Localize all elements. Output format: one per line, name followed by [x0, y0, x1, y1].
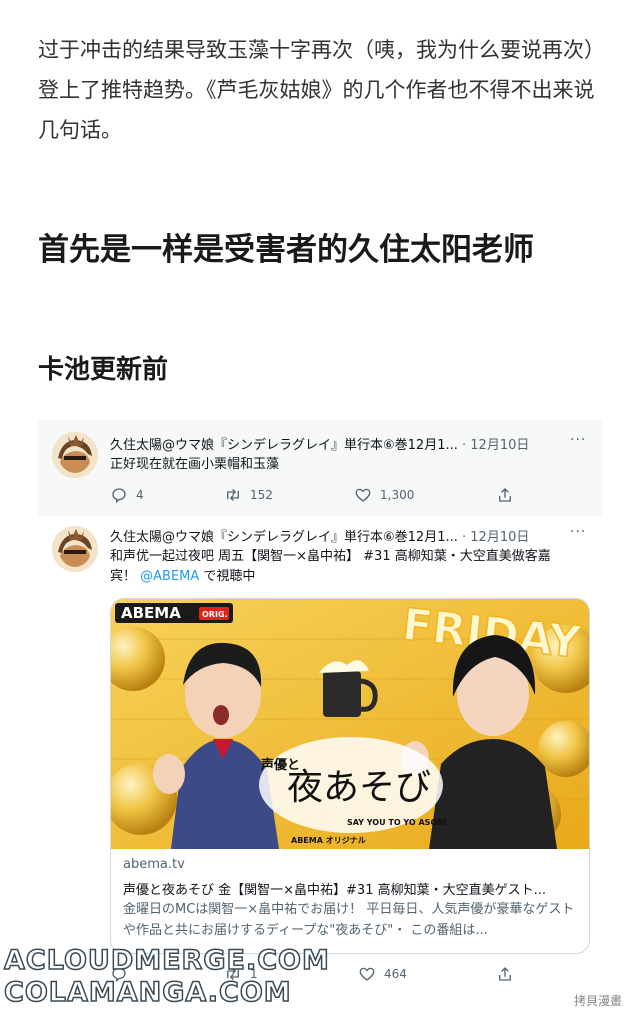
like-button[interactable]: 1,300 — [354, 485, 414, 505]
watermark-line-1: ACLOUDMERGE.COM — [3, 944, 330, 977]
article-intro: 过于冲击的结果导致玉藻十字再次（咦，我为什么要说再次）登上了推特趋势。《芦毛灰姑… — [38, 38, 605, 142]
show-title-main: 夜あそび — [287, 767, 431, 808]
heart-icon — [359, 967, 375, 981]
tweet-author[interactable]: 久住太陽@ウマ娘『シンデレラグレイ』単行本⑥巻12月1... — [110, 530, 458, 545]
tweet-text-part: 宾！ — [110, 569, 141, 584]
tweet[interactable]: 久住太陽@ウマ娘『シンデレラグレイ』単行本⑥巻12月1... · 12月10日 … — [38, 420, 602, 516]
retweet-count: 152 — [250, 488, 273, 502]
share-button[interactable] — [496, 485, 514, 505]
tweet-author[interactable]: 久住太陽@ウマ娘『シンデレラグレイ』単行本⑥巻12月1... — [110, 438, 458, 453]
like-count: 464 — [384, 967, 407, 981]
reply-button[interactable]: 4 — [110, 485, 144, 505]
avatar[interactable] — [52, 526, 98, 572]
more-options-icon[interactable]: ··· — [570, 432, 586, 448]
share-icon — [499, 967, 511, 981]
link-card[interactable]: FRIDAY ABEMA ORIG. 声優と 夜あそび SAY YOU TO Y… — [110, 598, 590, 954]
card-domain[interactable]: abema.tv — [123, 857, 185, 872]
abema-logo: ABEMA — [121, 604, 181, 622]
tweet[interactable]: 久住太陽@ウマ娘『シンデレラグレイ』単行本⑥巻12月1... · 12月10日 … — [38, 516, 602, 1010]
mention-link[interactable]: @ABEMA — [140, 569, 199, 584]
tweet-screenshot: 久住太陽@ウマ娘『シンデレラグレイ』単行本⑥巻12月1... · 12月10日 … — [38, 420, 602, 1010]
avatar[interactable] — [52, 432, 98, 478]
tweet-date[interactable]: · 12月10日 — [462, 530, 529, 545]
tweet-text-line: 宾！ @ABEMA で視聴中 — [110, 567, 590, 587]
retweet-button[interactable]: 152 — [224, 485, 273, 505]
share-icon — [499, 488, 511, 502]
watermark-line-2: COLAMANGA.COM — [3, 976, 292, 1009]
card-image[interactable]: FRIDAY ABEMA ORIG. 声優と 夜あそび SAY YOU TO Y… — [111, 599, 589, 849]
reply-icon — [112, 488, 126, 504]
heart-icon — [355, 488, 371, 502]
retweet-icon — [227, 489, 239, 501]
tweet-text-line: 和声优一起过夜吧 周五【関智一×畠中祐】 #31 高柳知葉・大空直美做客嘉 — [110, 549, 551, 564]
tweet-text-part: で視聴中 — [199, 569, 256, 584]
article-subheading: 卡池更新前 — [38, 355, 169, 385]
like-count: 1,300 — [380, 488, 415, 502]
like-button[interactable]: 464 — [358, 964, 407, 984]
watermark-corner: 拷貝漫畫 — [574, 994, 623, 1008]
abema-orig-tag: ORIG. — [202, 610, 228, 619]
abema-footer-logo: ABEMA オリジナル — [291, 836, 366, 845]
more-options-icon[interactable]: ··· — [570, 524, 586, 540]
share-button[interactable] — [496, 964, 514, 984]
card-title[interactable]: 声優と夜あそび 金【関智一×畠中祐】#31 高柳知葉・大空直美ゲスト... — [123, 879, 579, 898]
tweet-text: 正好现在就在画小栗帽和玉藻 — [110, 457, 280, 472]
card-description: 金曜日のMCは関智一×畠中祐でお届け！ 平日毎日、人気声優が豪華なゲストや作品と… — [123, 902, 575, 938]
tweet-text: 和声优一起过夜吧 周五【関智一×畠中祐】 #31 高柳知葉・大空直美做客嘉 宾！… — [110, 547, 590, 587]
show-subtitle: SAY YOU TO YO ASOBI — [347, 818, 446, 827]
tweet-date[interactable]: · 12月10日 — [462, 438, 529, 453]
reply-count: 4 — [136, 488, 144, 502]
article-heading: 首先是一样是受害者的久住太阳老师 — [38, 232, 534, 268]
